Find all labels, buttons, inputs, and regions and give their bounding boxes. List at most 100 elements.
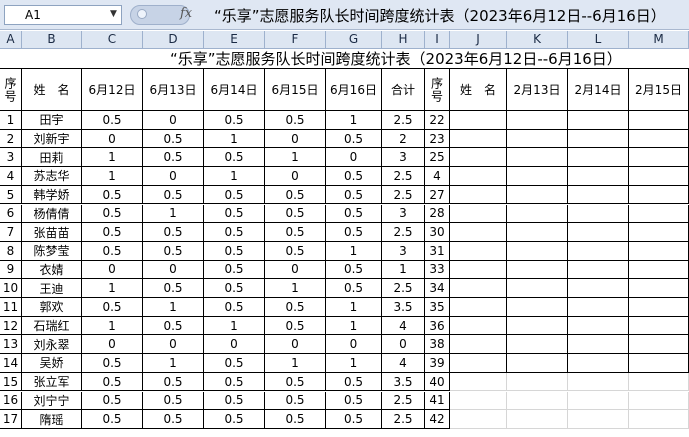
row-name[interactable]: 刘新宇 bbox=[22, 129, 82, 149]
row-seq[interactable]: 7 bbox=[0, 223, 22, 242]
row-day-value[interactable]: 1 bbox=[82, 167, 143, 186]
header-k[interactable]: 2月13日 bbox=[507, 69, 568, 111]
row-day-value[interactable]: 0 bbox=[143, 260, 204, 280]
empty-cell[interactable] bbox=[507, 279, 568, 298]
row-day-value[interactable]: 0.5 bbox=[82, 204, 143, 224]
empty-cell[interactable] bbox=[450, 223, 507, 242]
row-total[interactable]: 3 bbox=[382, 204, 425, 224]
empty-cell[interactable] bbox=[507, 260, 568, 280]
row-day-value[interactable]: 0 bbox=[204, 335, 265, 355]
row-seq[interactable]: 10 bbox=[0, 279, 22, 298]
row-seq2[interactable]: 36 bbox=[425, 316, 450, 336]
row-day-value[interactable]: 1 bbox=[326, 354, 382, 373]
header-d3[interactable]: 6月14日 bbox=[204, 69, 265, 111]
header-m[interactable]: 2月15日 bbox=[629, 69, 689, 111]
chevron-down-icon[interactable]: ▼ bbox=[110, 9, 117, 19]
empty-cell[interactable] bbox=[629, 241, 689, 261]
header-name2[interactable]: 姓 名 bbox=[450, 69, 507, 111]
empty-cell[interactable] bbox=[450, 167, 507, 186]
row-day-value[interactable]: 1 bbox=[326, 316, 382, 336]
row-day-value[interactable]: 1 bbox=[82, 279, 143, 298]
empty-cell[interactable] bbox=[450, 241, 507, 261]
row-name[interactable]: 张立军 bbox=[22, 372, 82, 392]
empty-cell[interactable] bbox=[629, 167, 689, 186]
empty-cell[interactable] bbox=[507, 354, 568, 373]
row-day-value[interactable]: 0.5 bbox=[82, 241, 143, 261]
empty-cell[interactable] bbox=[507, 410, 568, 429]
row-day-value[interactable]: 0.5 bbox=[82, 391, 143, 411]
empty-cell[interactable] bbox=[507, 111, 568, 130]
row-day-value[interactable]: 1 bbox=[204, 129, 265, 149]
row-total[interactable]: 2.5 bbox=[382, 167, 425, 186]
row-total[interactable]: 0 bbox=[382, 335, 425, 355]
table-title[interactable]: “乐享”志愿服务队长时间跨度统计表（2023年6月12日--6月16日） bbox=[0, 49, 689, 69]
column-header-d[interactable]: D bbox=[143, 31, 204, 49]
row-seq[interactable]: 3 bbox=[0, 148, 22, 168]
empty-cell[interactable] bbox=[450, 129, 507, 149]
row-day-value[interactable]: 0.5 bbox=[143, 223, 204, 242]
name-box[interactable]: A1 bbox=[4, 5, 122, 25]
empty-cell[interactable] bbox=[568, 298, 629, 317]
row-name[interactable]: 吴娇 bbox=[22, 354, 82, 373]
row-day-value[interactable]: 1 bbox=[326, 298, 382, 317]
row-seq2[interactable]: 33 bbox=[425, 260, 450, 280]
empty-cell[interactable] bbox=[629, 391, 689, 411]
empty-cell[interactable] bbox=[568, 167, 629, 186]
header-total[interactable]: 合计 bbox=[382, 69, 425, 111]
empty-cell[interactable] bbox=[568, 279, 629, 298]
row-total[interactable]: 3 bbox=[382, 148, 425, 168]
row-seq2[interactable]: 42 bbox=[425, 410, 450, 429]
row-day-value[interactable]: 0.5 bbox=[204, 391, 265, 411]
empty-cell[interactable] bbox=[629, 148, 689, 168]
row-seq[interactable]: 8 bbox=[0, 241, 22, 261]
row-seq2[interactable]: 30 bbox=[425, 223, 450, 242]
column-header-j[interactable]: J bbox=[450, 31, 507, 49]
row-day-value[interactable]: 0.5 bbox=[204, 111, 265, 130]
column-header-g[interactable]: G bbox=[326, 31, 382, 49]
empty-cell[interactable] bbox=[450, 335, 507, 355]
header-d4[interactable]: 6月15日 bbox=[265, 69, 326, 111]
row-day-value[interactable]: 0.5 bbox=[265, 185, 326, 205]
empty-cell[interactable] bbox=[629, 298, 689, 317]
header-d2[interactable]: 6月13日 bbox=[143, 69, 204, 111]
empty-cell[interactable] bbox=[450, 298, 507, 317]
row-seq[interactable]: 15 bbox=[0, 372, 22, 392]
empty-cell[interactable] bbox=[568, 410, 629, 429]
row-name[interactable]: 衣婧 bbox=[22, 260, 82, 280]
row-day-value[interactable]: 0.5 bbox=[326, 372, 382, 392]
row-seq[interactable]: 1 bbox=[0, 111, 22, 130]
row-day-value[interactable]: 0.5 bbox=[204, 185, 265, 205]
header-name[interactable]: 姓 名 bbox=[22, 69, 82, 111]
row-day-value[interactable]: 1 bbox=[82, 148, 143, 168]
row-day-value[interactable]: 0.5 bbox=[204, 260, 265, 280]
row-day-value[interactable]: 0.5 bbox=[143, 185, 204, 205]
row-name[interactable]: 刘宁宁 bbox=[22, 391, 82, 411]
empty-cell[interactable] bbox=[507, 223, 568, 242]
row-seq2[interactable]: 22 bbox=[425, 111, 450, 130]
column-header-m[interactable]: M bbox=[629, 31, 689, 49]
row-seq2[interactable]: 39 bbox=[425, 354, 450, 373]
empty-cell[interactable] bbox=[450, 148, 507, 168]
row-seq[interactable]: 9 bbox=[0, 260, 22, 280]
empty-cell[interactable] bbox=[568, 260, 629, 280]
row-day-value[interactable]: 0.5 bbox=[143, 410, 204, 429]
row-total[interactable]: 3 bbox=[382, 241, 425, 261]
row-seq[interactable]: 16 bbox=[0, 391, 22, 411]
empty-cell[interactable] bbox=[629, 279, 689, 298]
row-name[interactable]: 陈梦莹 bbox=[22, 241, 82, 261]
row-day-value[interactable]: 0.5 bbox=[326, 129, 382, 149]
empty-cell[interactable] bbox=[450, 111, 507, 130]
row-seq2[interactable]: 40 bbox=[425, 372, 450, 392]
empty-cell[interactable] bbox=[450, 372, 507, 392]
row-day-value[interactable]: 0.5 bbox=[143, 148, 204, 168]
row-day-value[interactable]: 0.5 bbox=[82, 111, 143, 130]
row-day-value[interactable]: 0.5 bbox=[204, 372, 265, 392]
row-seq[interactable]: 14 bbox=[0, 354, 22, 373]
column-header-l[interactable]: L bbox=[568, 31, 629, 49]
row-day-value[interactable]: 0.5 bbox=[265, 241, 326, 261]
empty-cell[interactable] bbox=[629, 354, 689, 373]
row-day-value[interactable]: 0.5 bbox=[326, 260, 382, 280]
empty-cell[interactable] bbox=[568, 372, 629, 392]
row-day-value[interactable]: 0 bbox=[82, 129, 143, 149]
row-seq2[interactable]: 28 bbox=[425, 204, 450, 224]
